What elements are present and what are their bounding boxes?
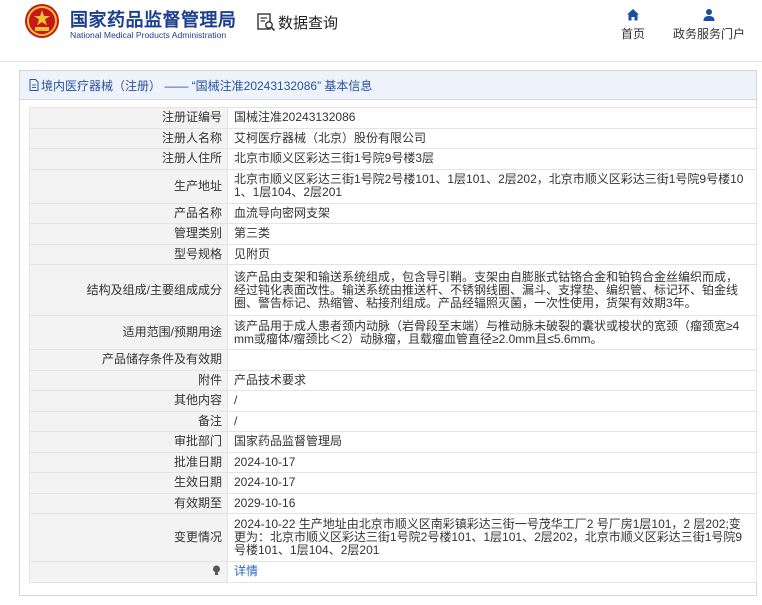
nav-home[interactable]: 首页 (616, 8, 650, 42)
nav-service-label: 政务服务门户 (672, 27, 745, 41)
table-row: 生产地址 北京市顺义区彩达三街1号院2号楼101、1层101、2层202，北京市… (29, 168, 757, 204)
table-row: 其他内容 / (29, 390, 757, 412)
row-label: 生产地址 (29, 168, 228, 204)
row-label: 附件 (29, 369, 228, 391)
row-value (227, 349, 757, 371)
table-row: 批准日期 2024-10-17 (29, 451, 757, 473)
row-value: 国家药品监督管理局 (227, 431, 757, 453)
table-row: 附件 产品技术要求 (29, 369, 757, 391)
row-label: 产品名称 (29, 202, 228, 224)
row-value: 产品技术要求 (227, 369, 757, 391)
site-logo-subtitle[interactable]: National Medical Products Administration (70, 30, 226, 40)
row-label: 变更情况 (29, 513, 228, 562)
table-row: 详情 (29, 561, 757, 583)
row-value: 国械注准20243132086 (227, 107, 757, 129)
row-label: 注册证编号 (29, 107, 228, 129)
table-row: 管理类别 第三类 (29, 223, 757, 245)
lightbulb-icon (213, 565, 220, 576)
data-query-label: 数据查询 (278, 14, 339, 32)
row-label: 批准日期 (29, 451, 228, 473)
row-label: 产品储存条件及有效期 (29, 349, 228, 371)
row-value: 该产品由支架和输送系统组成，包含导引鞘。支架由自膨胀式钴铬合金和铂钨合金丝编织而… (227, 264, 757, 316)
table-row: 注册人住所 北京市顺义区彩达三街1号院9号楼3层 (29, 148, 757, 170)
registration-info-table: 注册证编号 国械注准20243132086 注册人名称 艾柯医疗器械（北京）股份… (29, 107, 757, 583)
panel-header: 境内医疗器械（注册） —— “国械注准20243132086” 基本信息 (20, 71, 756, 100)
row-label: 其他内容 (29, 390, 228, 412)
table-row: 产品储存条件及有效期 (29, 349, 757, 371)
row-label: 注册人住所 (29, 148, 228, 170)
table-row: 型号规格 见附页 (29, 243, 757, 265)
table-row: 产品名称 血流导向密网支架 (29, 202, 757, 224)
row-label: 生效日期 (29, 472, 228, 494)
table-row: 生效日期 2024-10-17 (29, 472, 757, 494)
details-label-cell (29, 561, 228, 583)
document-icon (29, 79, 39, 91)
site-header: 国家药品监督管理局 National Medical Products Admi… (0, 0, 762, 58)
row-value: / (227, 410, 757, 432)
row-label: 审批部门 (29, 431, 228, 453)
table-row: 有效期至 2029-10-16 (29, 492, 757, 514)
row-label: 有效期至 (29, 492, 228, 514)
table-row: 结构及组成/主要组成成分 该产品由支架和输送系统组成，包含导引鞘。支架由自膨胀式… (29, 264, 757, 316)
row-value: 2029-10-16 (227, 492, 757, 514)
row-value: 艾柯医疗器械（北京）股份有限公司 (227, 127, 757, 149)
table-row: 变更情况 2024-10-22 生产地址由北京市顺义区南彩镇彩达三街一号茂华工厂… (29, 513, 757, 562)
nav-service-portal[interactable]: 政务服务门户 (670, 8, 748, 42)
panel-title: 境内医疗器械（注册） —— “国械注准20243132086” 基本信息 (41, 78, 373, 93)
data-query-link[interactable]: 数据查询 (256, 11, 338, 33)
nav-home-label: 首页 (620, 27, 645, 41)
table-row: 备注 / (29, 410, 757, 432)
row-value: 北京市顺义区彩达三街1号院9号楼3层 (227, 148, 757, 170)
national-emblem-icon (25, 4, 59, 38)
search-document-icon (257, 13, 276, 32)
row-value: / (227, 390, 757, 412)
table-row: 注册人名称 艾柯医疗器械（北京）股份有限公司 (29, 127, 757, 149)
home-icon (627, 9, 639, 21)
row-label: 适用范围/预期用途 (29, 315, 228, 350)
row-value: 2024-10-17 (227, 472, 757, 494)
detail-panel: 境内医疗器械（注册） —— “国械注准20243132086” 基本信息 注册证… (19, 70, 757, 596)
details-link[interactable]: 详情 (234, 564, 258, 578)
row-value: 见附页 (227, 243, 757, 265)
row-value: 第三类 (227, 223, 757, 245)
row-value: 2024-10-22 生产地址由北京市顺义区南彩镇彩达三街一号茂华工厂2 号厂房… (227, 513, 757, 562)
table-row: 适用范围/预期用途 该产品用于成人患者颈内动脉（岩骨段至末端）与椎动脉未破裂的囊… (29, 315, 757, 350)
row-value: 2024-10-17 (227, 451, 757, 473)
details-cell: 详情 (227, 561, 757, 583)
site-logo-title[interactable]: 国家药品监督管理局 (70, 6, 237, 32)
row-value: 北京市顺义区彩达三街1号院2号楼101、1层101、2层202，北京市顺义区彩达… (227, 168, 757, 204)
user-icon (703, 9, 715, 21)
row-value: 该产品用于成人患者颈内动脉（岩骨段至末端）与椎动脉未破裂的囊状或梭状的宽颈（瘤颈… (227, 315, 757, 350)
row-label: 型号规格 (29, 243, 228, 265)
table-row: 注册证编号 国械注准20243132086 (29, 107, 757, 129)
row-label: 管理类别 (29, 223, 228, 245)
header-divider (0, 61, 762, 62)
row-label: 结构及组成/主要组成成分 (29, 264, 228, 316)
row-label: 注册人名称 (29, 127, 228, 149)
table-row: 审批部门 国家药品监督管理局 (29, 431, 757, 453)
row-label: 备注 (29, 410, 228, 432)
row-value: 血流导向密网支架 (227, 202, 757, 224)
